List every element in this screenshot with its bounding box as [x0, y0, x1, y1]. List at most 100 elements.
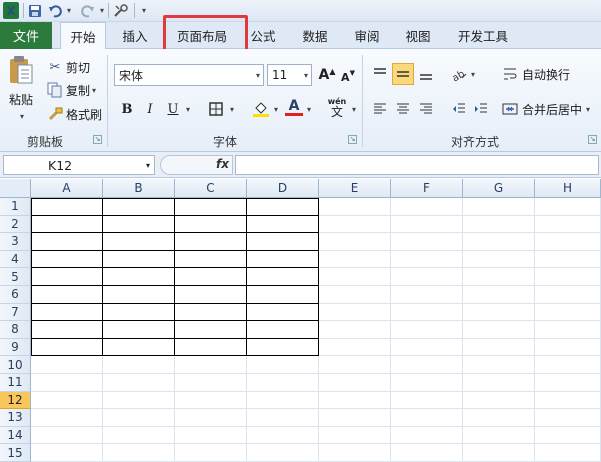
- table-cell[interactable]: [175, 303, 247, 322]
- row-header-10[interactable]: 10: [0, 356, 31, 374]
- phonetic-dropdown-icon[interactable]: ▾: [348, 98, 358, 120]
- save-icon[interactable]: [27, 2, 43, 19]
- font-name-select[interactable]: 宋体 ▾: [114, 64, 264, 86]
- bold-button[interactable]: B: [116, 98, 138, 120]
- orientation-dropdown-icon[interactable]: ▾: [467, 63, 477, 85]
- align-center-button[interactable]: [392, 98, 414, 120]
- underline-button[interactable]: U: [162, 98, 184, 120]
- table-cell[interactable]: [31, 286, 103, 304]
- fill-color-button[interactable]: [250, 98, 272, 120]
- font-launcher-icon[interactable]: ↘: [348, 135, 357, 144]
- shrink-font-button[interactable]: A ▼: [337, 66, 359, 88]
- tab-developer[interactable]: 开发工具: [450, 22, 516, 49]
- column-header-g[interactable]: G: [463, 179, 535, 198]
- tab-view[interactable]: 视图: [398, 22, 438, 49]
- table-cell[interactable]: [247, 215, 319, 234]
- table-cell[interactable]: [103, 268, 175, 286]
- table-cell[interactable]: [175, 198, 247, 216]
- table-cell[interactable]: [31, 303, 103, 322]
- table-cell[interactable]: [31, 268, 103, 286]
- row-header-1[interactable]: 1: [0, 198, 31, 216]
- table-cell[interactable]: [175, 338, 247, 357]
- merge-center-button[interactable]: 合并后居中 ▾: [501, 100, 590, 118]
- table-cell[interactable]: [103, 233, 175, 251]
- row-header-12[interactable]: 12: [0, 391, 31, 410]
- column-header-c[interactable]: C: [175, 179, 247, 198]
- table-cell[interactable]: [103, 215, 175, 234]
- column-header-h[interactable]: H: [535, 179, 601, 198]
- name-box[interactable]: K12 ▾: [3, 155, 155, 175]
- tab-file[interactable]: 文件: [0, 22, 52, 49]
- table-cell[interactable]: [175, 250, 247, 269]
- row-header-6[interactable]: 6: [0, 286, 31, 304]
- table-cell[interactable]: [31, 198, 103, 216]
- row-header-14[interactable]: 14: [0, 426, 31, 445]
- align-bottom-button[interactable]: [415, 63, 437, 85]
- redo-dropdown-icon[interactable]: ▾: [97, 2, 105, 19]
- row-header-9[interactable]: 9: [0, 338, 31, 357]
- grow-font-button[interactable]: A ▲: [316, 64, 338, 86]
- table-cell[interactable]: [175, 215, 247, 234]
- table-cell[interactable]: [31, 321, 103, 339]
- tab-formulas[interactable]: 公式: [243, 22, 283, 49]
- table-cell[interactable]: [103, 303, 175, 322]
- copy-button[interactable]: 复制 ▾: [46, 81, 96, 99]
- column-header-f[interactable]: F: [391, 179, 463, 198]
- table-cell[interactable]: [247, 198, 319, 216]
- table-cell[interactable]: [175, 233, 247, 251]
- row-header-2[interactable]: 2: [0, 215, 31, 234]
- column-header-d[interactable]: D: [247, 179, 319, 198]
- alignment-launcher-icon[interactable]: ↘: [588, 135, 597, 144]
- merge-center-dropdown-icon[interactable]: ▾: [586, 105, 590, 114]
- customize-icon[interactable]: [112, 2, 130, 19]
- borders-button[interactable]: [205, 98, 227, 120]
- format-painter-button[interactable]: 格式刷: [46, 105, 102, 123]
- clipboard-launcher-icon[interactable]: ↘: [93, 135, 102, 144]
- table-cell[interactable]: [31, 338, 103, 357]
- font-size-select[interactable]: 11 ▾: [267, 64, 312, 86]
- table-cell[interactable]: [103, 321, 175, 339]
- cell-area[interactable]: [31, 198, 601, 462]
- row-header-8[interactable]: 8: [0, 321, 31, 339]
- table-cell[interactable]: [103, 338, 175, 357]
- tab-data[interactable]: 数据: [295, 22, 335, 49]
- wrap-text-button[interactable]: 自动换行: [501, 65, 570, 83]
- table-cell[interactable]: [103, 286, 175, 304]
- italic-button[interactable]: I: [139, 98, 161, 120]
- name-box-dropdown-icon[interactable]: ▾: [146, 161, 150, 170]
- align-right-button[interactable]: [415, 98, 437, 120]
- decrease-indent-button[interactable]: [448, 98, 470, 120]
- table-cell[interactable]: [175, 268, 247, 286]
- increase-indent-button[interactable]: [470, 98, 492, 120]
- row-header-7[interactable]: 7: [0, 303, 31, 322]
- row-header-5[interactable]: 5: [0, 268, 31, 286]
- undo-icon[interactable]: [47, 2, 63, 19]
- table-cell[interactable]: [247, 321, 319, 339]
- table-cell[interactable]: [247, 303, 319, 322]
- table-cell[interactable]: [247, 268, 319, 286]
- row-header-15[interactable]: 15: [0, 444, 31, 462]
- borders-dropdown-icon[interactable]: ▾: [226, 98, 236, 120]
- font-color-dropdown-icon[interactable]: ▾: [303, 98, 313, 120]
- table-cell[interactable]: [31, 233, 103, 251]
- copy-dropdown-icon[interactable]: ▾: [92, 86, 96, 95]
- fill-color-dropdown-icon[interactable]: ▾: [270, 98, 280, 120]
- tab-insert[interactable]: 插入: [112, 22, 158, 49]
- excel-app-icon[interactable]: X: [3, 2, 19, 19]
- table-cell[interactable]: [103, 198, 175, 216]
- row-header-11[interactable]: 11: [0, 374, 31, 392]
- font-color-button[interactable]: A: [283, 96, 305, 118]
- table-cell[interactable]: [103, 250, 175, 269]
- table-cell[interactable]: [31, 215, 103, 234]
- table-cell[interactable]: [247, 338, 319, 357]
- tab-home[interactable]: 开始: [60, 22, 106, 50]
- underline-dropdown-icon[interactable]: ▾: [182, 98, 192, 120]
- table-cell[interactable]: [247, 250, 319, 269]
- insert-function-icon[interactable]: fx: [216, 157, 229, 171]
- align-middle-button[interactable]: [392, 63, 414, 85]
- phonetic-guide-button[interactable]: wén 文: [326, 96, 348, 118]
- qat-more-icon[interactable]: ▾: [138, 2, 148, 19]
- table-cell[interactable]: [31, 250, 103, 269]
- table-cell[interactable]: [247, 286, 319, 304]
- column-header-a[interactable]: A: [31, 179, 103, 198]
